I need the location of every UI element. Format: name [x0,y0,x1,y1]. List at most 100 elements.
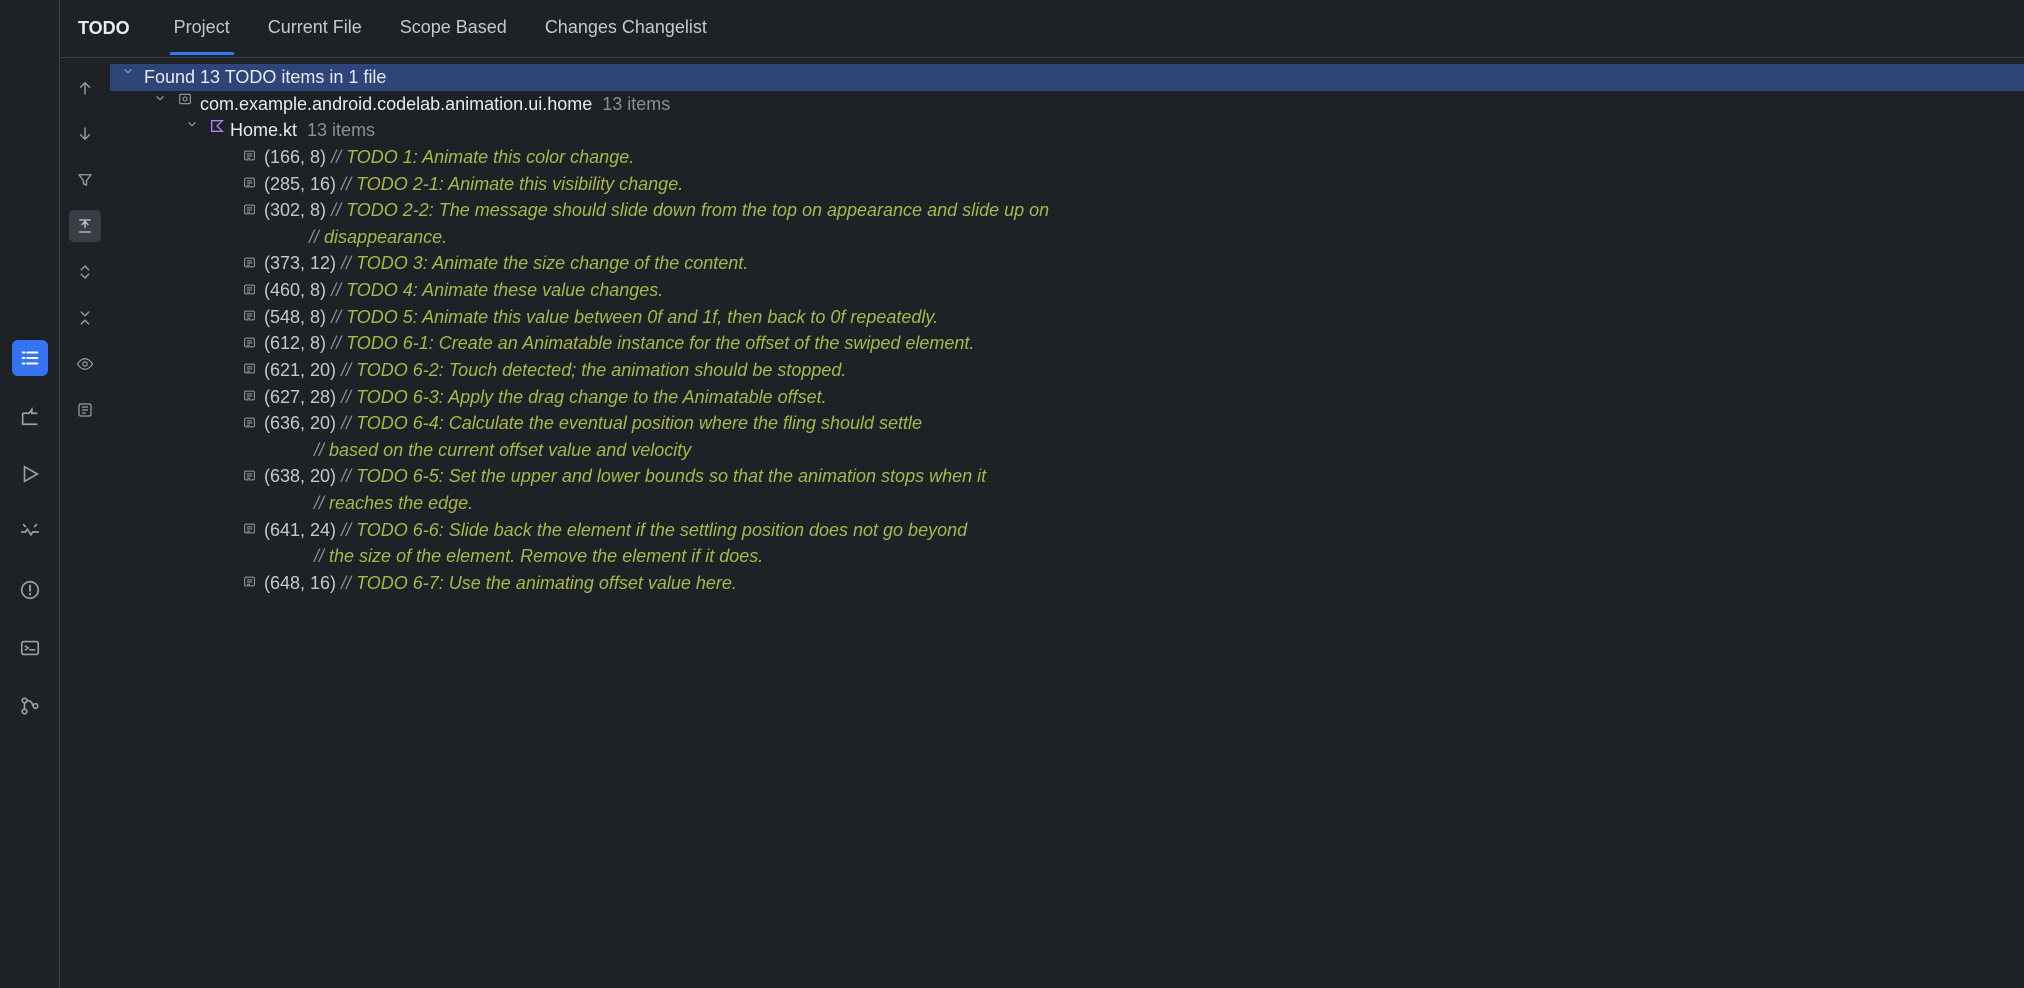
comment-slashes: // [341,520,356,540]
file-row[interactable]: Home.kt 13 items [110,117,2024,144]
todo-text: TODO 6-6: Slide back the element if the … [356,520,967,540]
todo-text: TODO 4: Animate these value changes. [346,280,663,300]
todo-text: TODO 6-5: Set the upper and lower bounds… [356,466,986,486]
tab-current-file[interactable]: Current File [264,3,366,55]
todo-text: TODO 3: Animate the size change of the c… [356,253,748,273]
todo-entry-icon [240,175,258,191]
todo-tree[interactable]: Found 13 TODO items in 1 file com.exampl… [110,58,2024,988]
vcs-tool-icon[interactable] [12,688,48,724]
comment-slashes: // [331,307,346,327]
next-todo-icon[interactable] [69,118,101,150]
todo-location: (285, 16) [264,174,336,194]
todo-location: (648, 16) [264,573,336,593]
todo-entry-icon [240,148,258,164]
todo-entry-icon [240,201,258,217]
tab-scope-based[interactable]: Scope Based [396,3,511,55]
todo-location: (302, 8) [264,200,326,220]
comment-slashes: // [341,174,356,194]
todo-tab-bar: TODO Project Current File Scope Based Ch… [60,0,2024,58]
todo-item[interactable]: (166, 8) // TODO 1: Animate this color c… [110,144,2024,171]
todo-item[interactable]: (621, 20) // TODO 6-2: Touch detected; t… [110,357,2024,384]
file-name: Home.kt [230,117,297,144]
todo-tool-icon[interactable] [12,340,48,376]
todo-item[interactable]: (460, 8) // TODO 4: Animate these value … [110,277,2024,304]
prev-todo-icon[interactable] [69,72,101,104]
kotlin-file-icon [208,117,226,135]
group-by-icon[interactable] [69,394,101,426]
chevron-down-icon[interactable] [118,64,138,78]
comment-slashes: // [331,147,346,167]
todo-item[interactable]: (285, 16) // TODO 2-1: Animate this visi… [110,171,2024,198]
comment-slashes: // [341,360,356,380]
todo-location: (373, 12) [264,253,336,273]
tab-changes-changelist[interactable]: Changes Changelist [541,3,711,55]
todo-location: (638, 20) [264,466,336,486]
comment-slashes: // [331,333,346,353]
panel-title: TODO [78,18,130,39]
todo-item[interactable]: (627, 28) // TODO 6-3: Apply the drag ch… [110,384,2024,411]
todo-location: (636, 20) [264,413,336,433]
comment-slashes: // [331,200,346,220]
filter-icon[interactable] [69,164,101,196]
todo-item[interactable]: (641, 24) // TODO 6-6: Slide back the el… [110,517,2024,570]
comment-slashes: // [341,253,356,273]
todo-entry-icon [240,388,258,404]
todo-location: (621, 20) [264,360,336,380]
comment-slashes: // [341,413,356,433]
todo-text: TODO 2-2: The message should slide down … [346,200,1049,220]
todo-text: TODO 6-7: Use the animating offset value… [356,573,737,593]
chevron-down-icon[interactable] [182,117,202,131]
todo-entry-icon [240,281,258,297]
comment-slashes: // [314,440,329,460]
todo-entry-icon [240,521,258,537]
chevron-down-icon[interactable] [150,91,170,105]
comment-slashes: // [341,387,356,407]
todo-item[interactable]: (648, 16) // TODO 6-7: Use the animating… [110,570,2024,597]
todo-entry-icon [240,574,258,590]
collapse-all-icon[interactable] [69,302,101,334]
todo-toolbar [60,58,110,988]
todo-text: TODO 2-1: Animate this visibility change… [356,174,683,194]
expand-all-icon[interactable] [69,256,101,288]
todo-text-continuation: reaches the edge. [329,493,473,513]
todo-location: (548, 8) [264,307,326,327]
run-tool-icon[interactable] [12,456,48,492]
left-tool-rail [0,0,60,988]
comment-slashes: // [314,493,329,513]
todo-item[interactable]: (638, 20) // TODO 6-5: Set the upper and… [110,463,2024,516]
logcat-tool-icon[interactable] [12,514,48,550]
todo-location: (627, 28) [264,387,336,407]
todo-text: TODO 5: Animate this value between 0f an… [346,307,938,327]
comment-slashes: // [341,573,356,593]
summary-text: Found 13 TODO items in 1 file [144,64,386,91]
terminal-tool-icon[interactable] [12,630,48,666]
tab-project[interactable]: Project [170,3,234,55]
todo-item[interactable]: (636, 20) // TODO 6-4: Calculate the eve… [110,410,2024,463]
todo-text: TODO 6-3: Apply the drag change to the A… [356,387,827,407]
preview-usages-icon[interactable] [69,348,101,380]
todo-item[interactable]: (373, 12) // TODO 3: Animate the size ch… [110,250,2024,277]
todo-panel: TODO Project Current File Scope Based Ch… [60,0,2024,988]
package-name: com.example.android.codelab.animation.ui… [200,91,592,118]
todo-text: TODO 6-2: Touch detected; the animation … [356,360,846,380]
todo-item[interactable]: (612, 8) // TODO 6-1: Create an Animatab… [110,330,2024,357]
package-row[interactable]: com.example.android.codelab.animation.ui… [110,91,2024,118]
todo-entry-icon [240,414,258,430]
autoscroll-to-source-icon[interactable] [69,210,101,242]
build-tool-icon[interactable] [12,398,48,434]
problems-tool-icon[interactable] [12,572,48,608]
comment-slashes: // [309,227,324,247]
comment-slashes: // [314,546,329,566]
todo-entry-icon [240,308,258,324]
summary-row[interactable]: Found 13 TODO items in 1 file [110,64,2024,91]
package-count: 13 items [602,91,670,118]
todo-location: (166, 8) [264,147,326,167]
todo-item[interactable]: (548, 8) // TODO 5: Animate this value b… [110,304,2024,331]
comment-slashes: // [341,466,356,486]
todo-item[interactable]: (302, 8) // TODO 2-2: The message should… [110,197,2024,250]
todo-text-continuation: the size of the element. Remove the elem… [329,546,763,566]
todo-entry-icon [240,334,258,350]
package-icon [176,91,194,107]
todo-entry-icon [240,467,258,483]
todo-location: (460, 8) [264,280,326,300]
